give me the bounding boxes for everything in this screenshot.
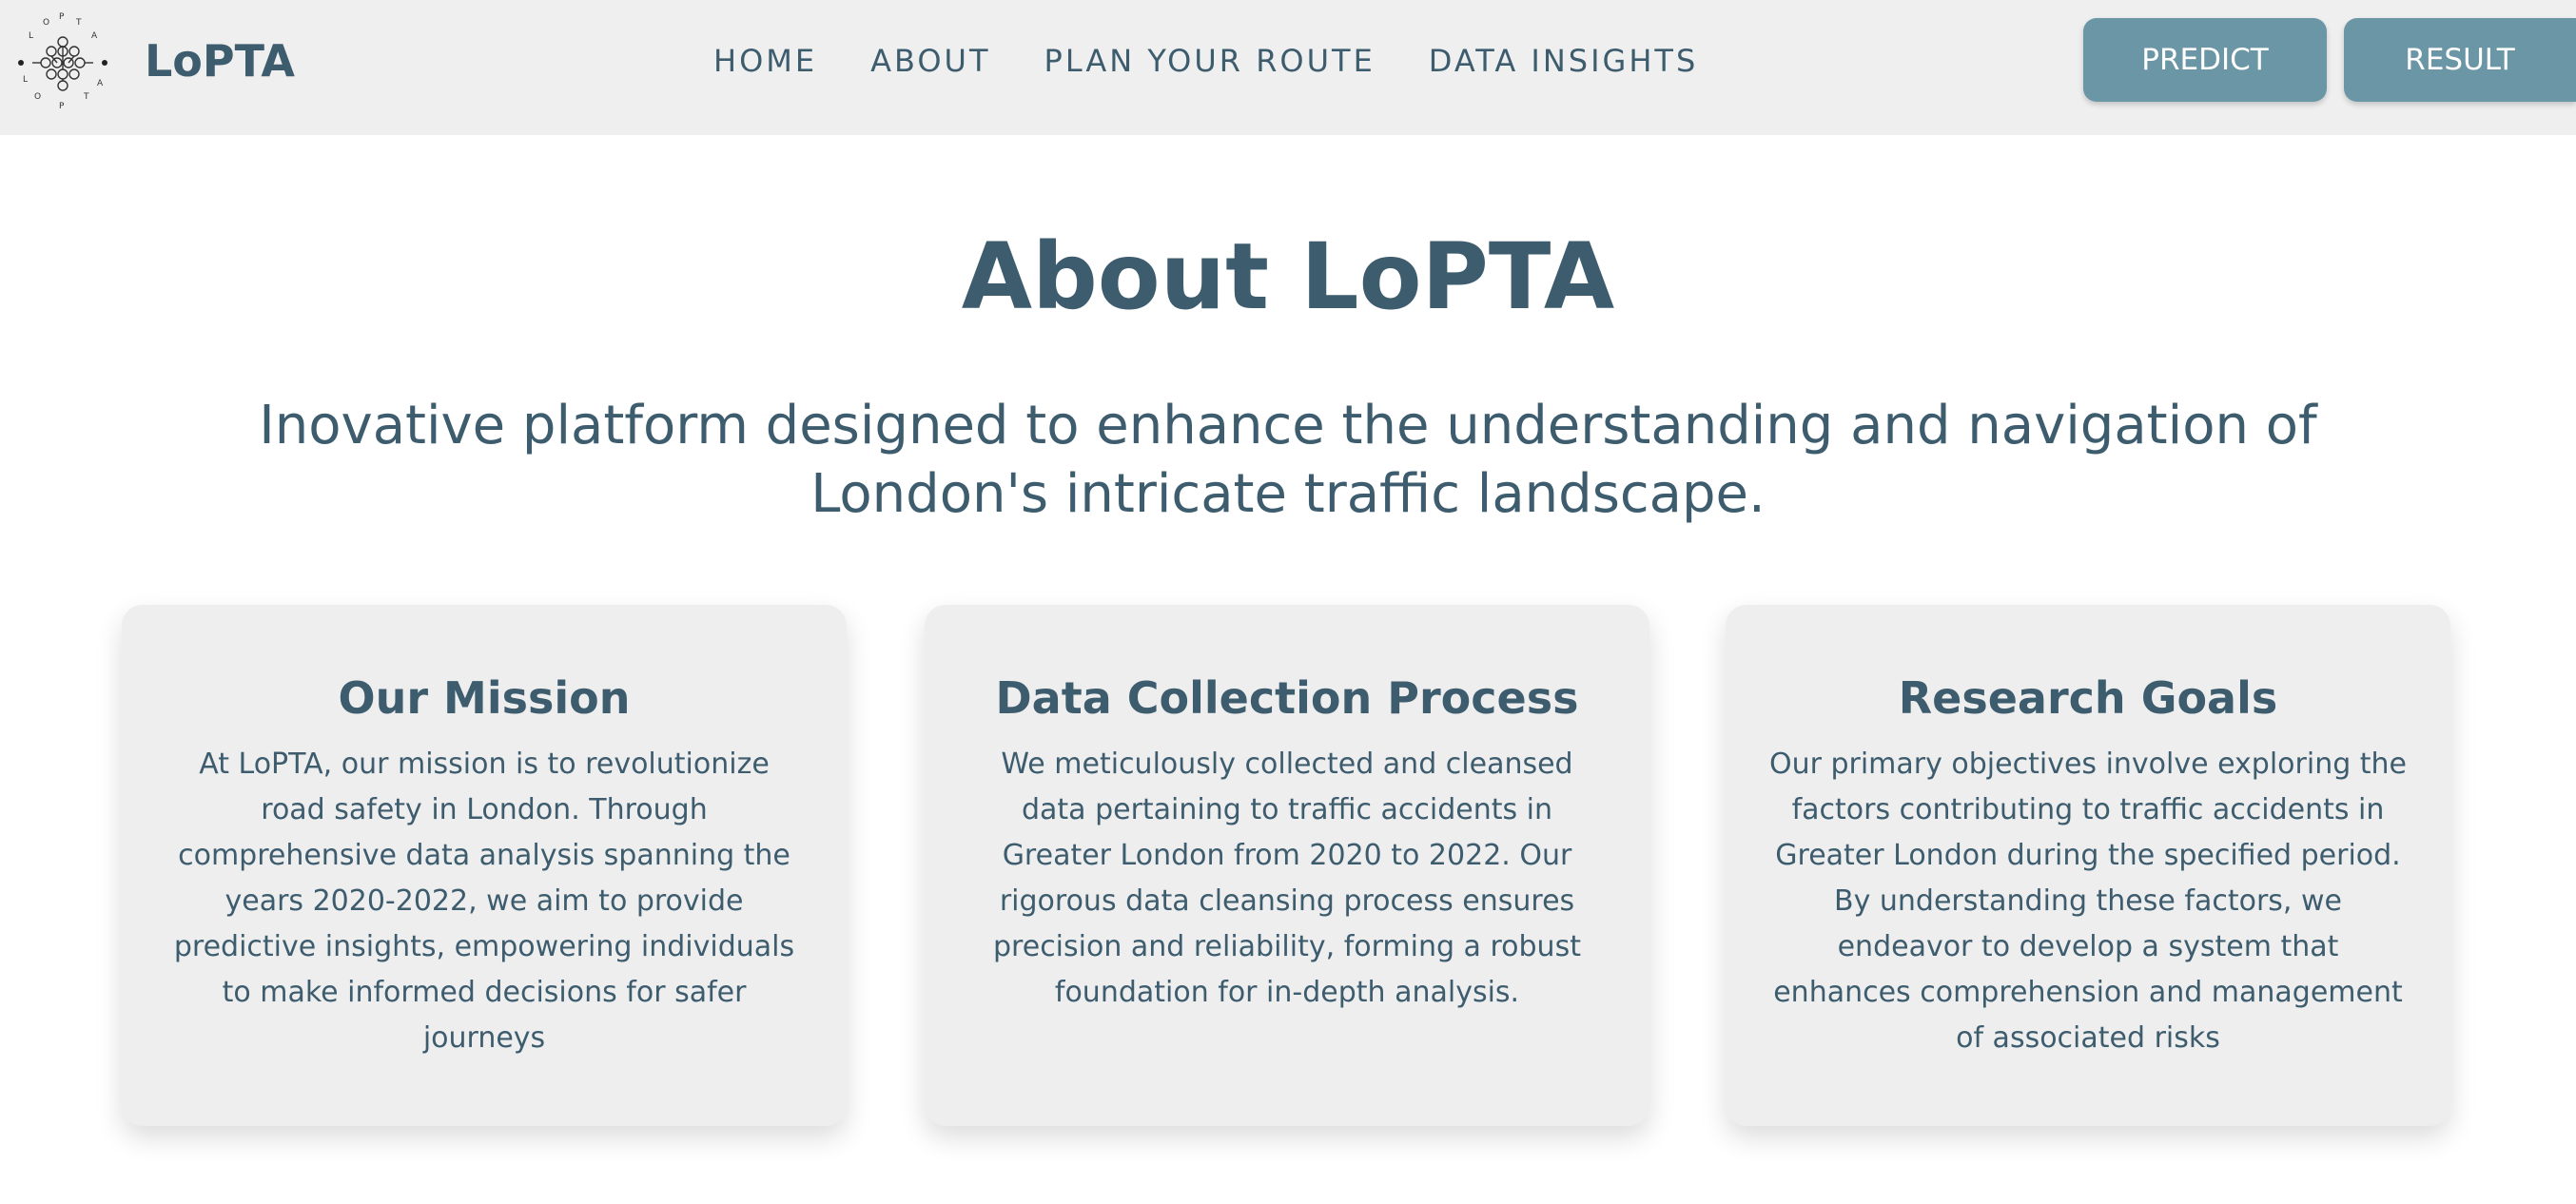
svg-text:P: P bbox=[59, 12, 65, 22]
brand-name[interactable]: LoPTA bbox=[145, 30, 295, 91]
nav-link-plan-your-route[interactable]: PLAN YOUR ROUTE bbox=[1044, 38, 1376, 84]
card-body: We meticulously collected and cleansed d… bbox=[993, 748, 1581, 1009]
svg-text:O: O bbox=[43, 18, 49, 28]
card-body: Our primary objectives involve exploring… bbox=[1768, 748, 2408, 1055]
nav-link-about[interactable]: ABOUT bbox=[870, 38, 990, 84]
svg-text:L: L bbox=[29, 31, 33, 41]
svg-text:O: O bbox=[34, 92, 41, 102]
navbar: P O T L A L A O T P LoPTA HOME ABOUT PLA… bbox=[0, 0, 2576, 135]
svg-text:A: A bbox=[91, 31, 98, 41]
svg-text:T: T bbox=[83, 92, 89, 102]
svg-text:P: P bbox=[59, 102, 65, 111]
predict-button[interactable]: PREDICT bbox=[2083, 18, 2327, 102]
data-collection-card: Data Collection Process We meticulously … bbox=[925, 605, 1649, 1126]
page-subtitle: Inovative platform designed to enhance t… bbox=[259, 395, 2317, 525]
svg-text:L: L bbox=[23, 75, 28, 85]
svg-text:A: A bbox=[97, 79, 104, 88]
nav-link-data-insights[interactable]: DATA INSIGHTS bbox=[1429, 38, 1698, 84]
card-body: At LoPTA, our mission is to revolutioniz… bbox=[173, 748, 795, 1055]
card-title: Research Goals bbox=[1898, 672, 2278, 724]
research-goals-card: Research Goals Our primary objectives in… bbox=[1726, 605, 2450, 1126]
page-title: About LoPTA bbox=[961, 223, 1615, 330]
card-title: Data Collection Process bbox=[995, 672, 1579, 724]
result-button[interactable]: RESULT bbox=[2344, 18, 2576, 102]
nav-link-home[interactable]: HOME bbox=[713, 38, 817, 84]
svg-text:T: T bbox=[75, 18, 82, 28]
card-title: Our Mission bbox=[338, 672, 631, 724]
mission-card: Our Mission At LoPTA, our mission is to … bbox=[122, 605, 847, 1126]
lopta-logo-icon[interactable]: P O T L A L A O T P bbox=[10, 8, 116, 114]
main-nav: HOME ABOUT PLAN YOUR ROUTE DATA INSIGHTS bbox=[713, 38, 1698, 84]
